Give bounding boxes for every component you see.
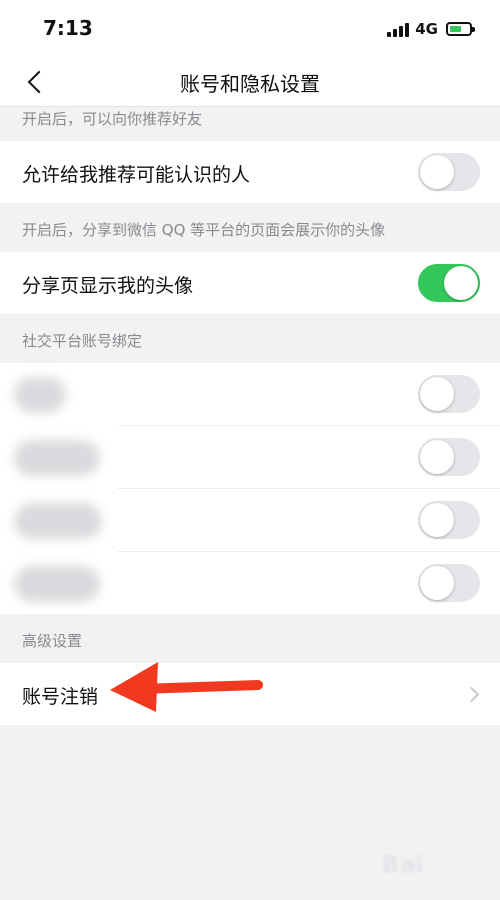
toggle-knob <box>420 566 454 600</box>
battery-charging-icon <box>446 22 475 36</box>
status-indicators: 4G <box>387 18 475 40</box>
toggle-knob <box>420 440 454 474</box>
advanced-settings-header: 高级设置 <box>22 632 83 650</box>
blurred-account-name <box>14 377 66 413</box>
toggle-knob <box>420 503 454 537</box>
recommend-hint: 开启后，可以向你推荐好友 <box>22 110 203 128</box>
recommend-label: 允许给我推荐可能认识的人 <box>22 164 251 186</box>
avatar-hint: 开启后，分享到微信 QQ 等平台的页面会展示你的头像 <box>22 221 386 239</box>
share-avatar-row: 分享页显示我的头像 <box>0 252 500 314</box>
share-avatar-toggle[interactable] <box>418 264 480 302</box>
social-account-row <box>0 552 500 614</box>
toggle-knob <box>420 155 454 189</box>
account-cancel-row[interactable]: 账号注销 <box>0 663 500 725</box>
toggle-knob <box>444 266 478 300</box>
account-cancel-label: 账号注销 <box>22 686 99 708</box>
social-account-row <box>0 426 500 489</box>
social-account-toggle[interactable] <box>418 564 480 602</box>
blurred-account-name <box>14 440 100 476</box>
recommend-row: 允许给我推荐可能认识的人 <box>0 141 500 203</box>
signal-bars-icon <box>387 21 410 37</box>
social-account-row <box>0 363 500 426</box>
network-label: 4G <box>415 20 438 38</box>
status-time: 7:13 <box>43 16 93 40</box>
page-title: 账号和隐私设置 <box>180 72 320 96</box>
navigation-bar: 账号和隐私设置 <box>0 58 500 107</box>
share-avatar-label: 分享页显示我的头像 <box>22 275 194 297</box>
blurred-account-name <box>14 503 102 539</box>
recommend-toggle[interactable] <box>418 153 480 191</box>
watermark-logo: Bai <box>382 852 424 878</box>
blurred-account-name <box>14 566 100 602</box>
social-account-toggle[interactable] <box>418 375 480 413</box>
toggle-knob <box>420 377 454 411</box>
chevron-right-icon <box>463 686 480 703</box>
social-account-row <box>0 489 500 552</box>
social-account-toggle[interactable] <box>418 501 480 539</box>
social-account-toggle[interactable] <box>418 438 480 476</box>
social-accounts-header: 社交平台账号绑定 <box>22 332 143 350</box>
status-bar: 7:13 4G <box>0 0 500 58</box>
